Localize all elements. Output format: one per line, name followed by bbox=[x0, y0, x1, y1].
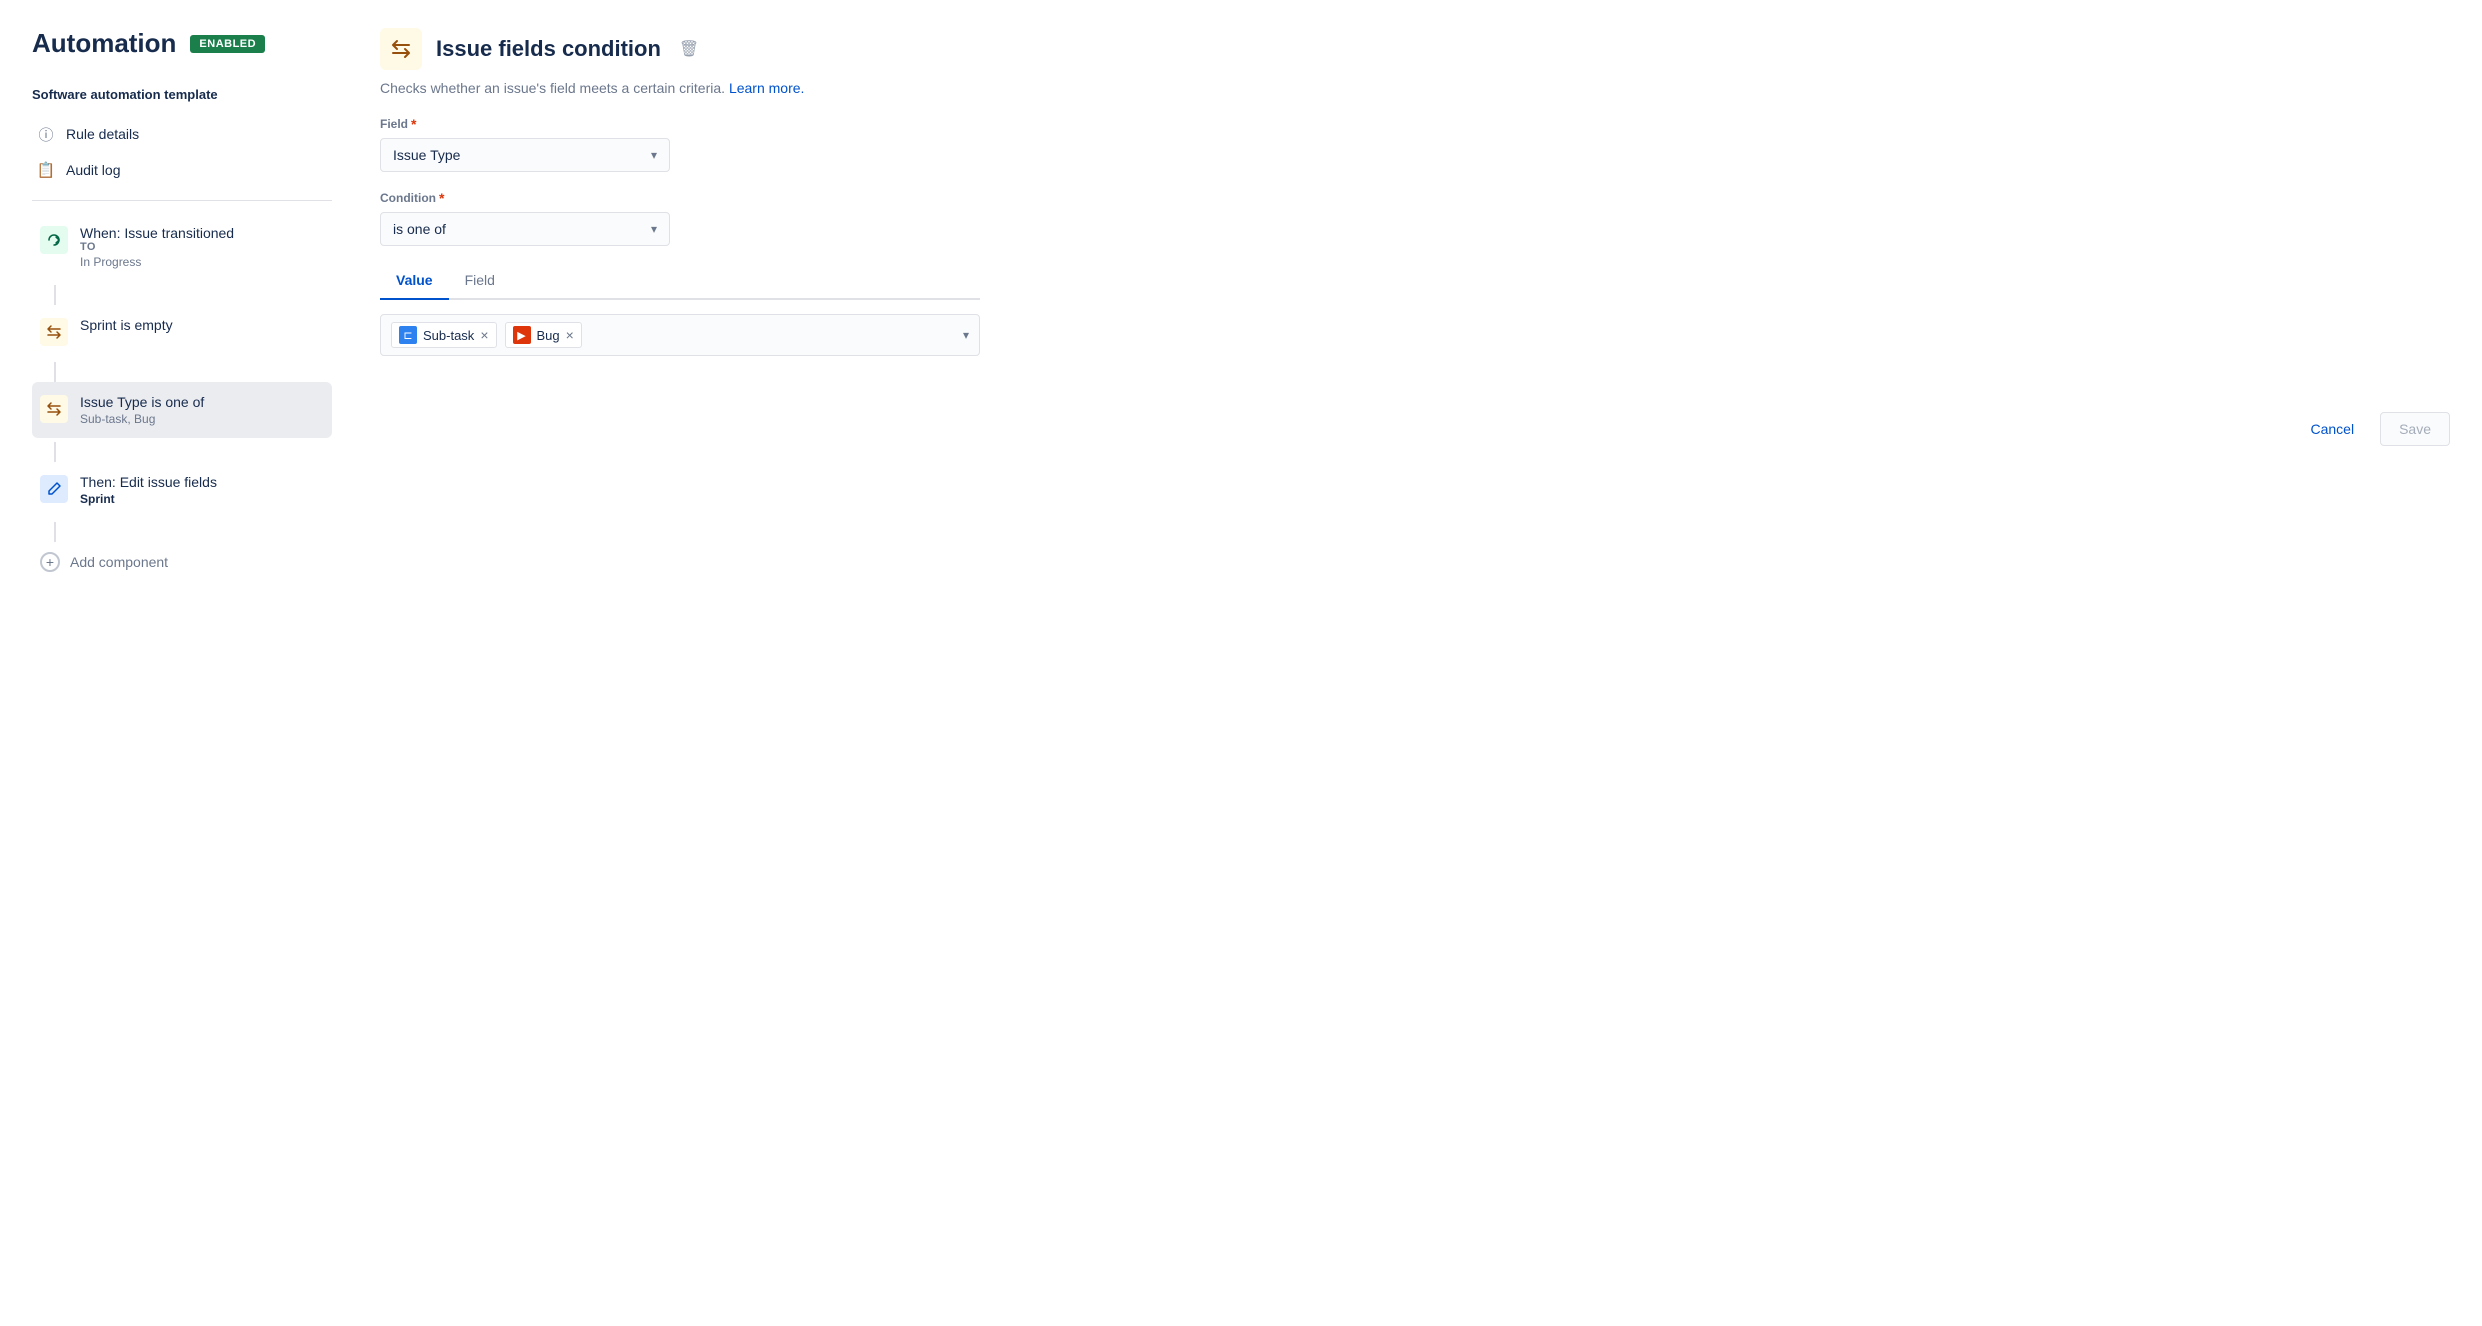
connector-3 bbox=[54, 442, 56, 462]
action-subtitle: Sprint bbox=[80, 492, 324, 506]
sidebar: Automation ENABLED Software automation t… bbox=[32, 28, 332, 1298]
sprint-condition-content: Sprint is empty bbox=[80, 317, 324, 333]
connector-4 bbox=[54, 522, 56, 542]
header-row: Automation ENABLED bbox=[32, 28, 332, 59]
condition-select-value: is one of bbox=[393, 221, 446, 237]
sprint-condition-title: Sprint is empty bbox=[80, 317, 324, 333]
page-title: Automation bbox=[32, 28, 176, 59]
remove-subtask-button[interactable]: × bbox=[480, 328, 488, 342]
save-button[interactable]: Save bbox=[2380, 412, 2450, 446]
field-label: Field * bbox=[380, 116, 2450, 132]
tab-value[interactable]: Value bbox=[380, 264, 449, 300]
issue-type-condition-icon bbox=[40, 395, 68, 423]
field-select[interactable]: Issue Type ▾ bbox=[380, 138, 670, 172]
trigger-to-label: TO bbox=[80, 241, 324, 253]
sidebar-item-audit-log[interactable]: 📋 Audit log bbox=[32, 152, 332, 188]
trigger-title: When: Issue transitioned bbox=[80, 225, 324, 241]
field-required: * bbox=[411, 116, 416, 132]
remove-bug-button[interactable]: × bbox=[566, 328, 574, 342]
field-select-value: Issue Type bbox=[393, 147, 460, 163]
bug-type-icon: ▶ bbox=[513, 326, 531, 344]
rule-details-label: Rule details bbox=[66, 126, 139, 142]
connector-1 bbox=[54, 285, 56, 305]
subtask-label: Sub-task bbox=[423, 328, 474, 343]
trigger-subtitle: In Progress bbox=[80, 255, 324, 269]
add-component-button[interactable]: + Add component bbox=[32, 542, 332, 582]
panel-icon bbox=[380, 28, 422, 70]
issue-type-condition-content: Issue Type is one of Sub-task, Bug bbox=[80, 394, 324, 426]
condition-required: * bbox=[439, 190, 444, 206]
bug-label: Bug bbox=[537, 328, 560, 343]
tag-input[interactable]: ⊏ Sub-task × ▶ Bug × ▾ bbox=[380, 314, 980, 356]
audit-icon: 📋 bbox=[36, 160, 56, 180]
footer-actions: Cancel Save bbox=[380, 396, 2450, 446]
issue-type-condition-subtitle: Sub-task, Bug bbox=[80, 412, 324, 426]
tag-input-chevron-icon: ▾ bbox=[963, 328, 969, 342]
tag-subtask: ⊏ Sub-task × bbox=[391, 322, 497, 348]
panel-description: Checks whether an issue's field meets a … bbox=[380, 80, 2450, 96]
sidebar-divider bbox=[32, 200, 332, 201]
step-trigger[interactable]: When: Issue transitioned TO In Progress bbox=[32, 213, 332, 281]
issue-type-condition-title: Issue Type is one of bbox=[80, 394, 324, 410]
template-label: Software automation template bbox=[32, 87, 332, 102]
condition-chevron-icon: ▾ bbox=[651, 222, 657, 236]
action-icon bbox=[40, 475, 68, 503]
panel-title: Issue fields condition bbox=[436, 36, 661, 62]
sprint-condition-icon bbox=[40, 318, 68, 346]
add-icon: + bbox=[40, 552, 60, 572]
value-field-tabs: Value Field bbox=[380, 264, 980, 300]
step-issue-type-condition[interactable]: Issue Type is one of Sub-task, Bug bbox=[32, 382, 332, 438]
subtask-type-icon: ⊏ bbox=[399, 326, 417, 344]
trigger-content: When: Issue transitioned TO In Progress bbox=[80, 225, 324, 269]
delete-icon[interactable]: 🗑 bbox=[679, 39, 699, 59]
trigger-icon bbox=[40, 226, 68, 254]
panel-header: Issue fields condition 🗑 bbox=[380, 28, 2450, 70]
info-icon: ⓘ bbox=[36, 124, 56, 144]
cancel-button[interactable]: Cancel bbox=[2296, 412, 2368, 446]
main-panel: Issue fields condition 🗑 Checks whether … bbox=[380, 28, 2450, 1298]
field-chevron-icon: ▾ bbox=[651, 148, 657, 162]
learn-more-link[interactable]: Learn more. bbox=[729, 80, 804, 96]
tag-bug: ▶ Bug × bbox=[505, 322, 582, 348]
connector-2 bbox=[54, 362, 56, 382]
condition-select[interactable]: is one of ▾ bbox=[380, 212, 670, 246]
sidebar-item-rule-details[interactable]: ⓘ Rule details bbox=[32, 116, 332, 152]
action-title: Then: Edit issue fields bbox=[80, 474, 324, 490]
add-component-label: Add component bbox=[70, 554, 168, 570]
tab-field[interactable]: Field bbox=[449, 264, 511, 300]
action-content: Then: Edit issue fields Sprint bbox=[80, 474, 324, 506]
condition-label: Condition * bbox=[380, 190, 2450, 206]
audit-log-label: Audit log bbox=[66, 162, 120, 178]
step-action[interactable]: Then: Edit issue fields Sprint bbox=[32, 462, 332, 518]
enabled-badge: ENABLED bbox=[190, 35, 265, 53]
step-sprint-condition[interactable]: Sprint is empty bbox=[32, 305, 332, 358]
